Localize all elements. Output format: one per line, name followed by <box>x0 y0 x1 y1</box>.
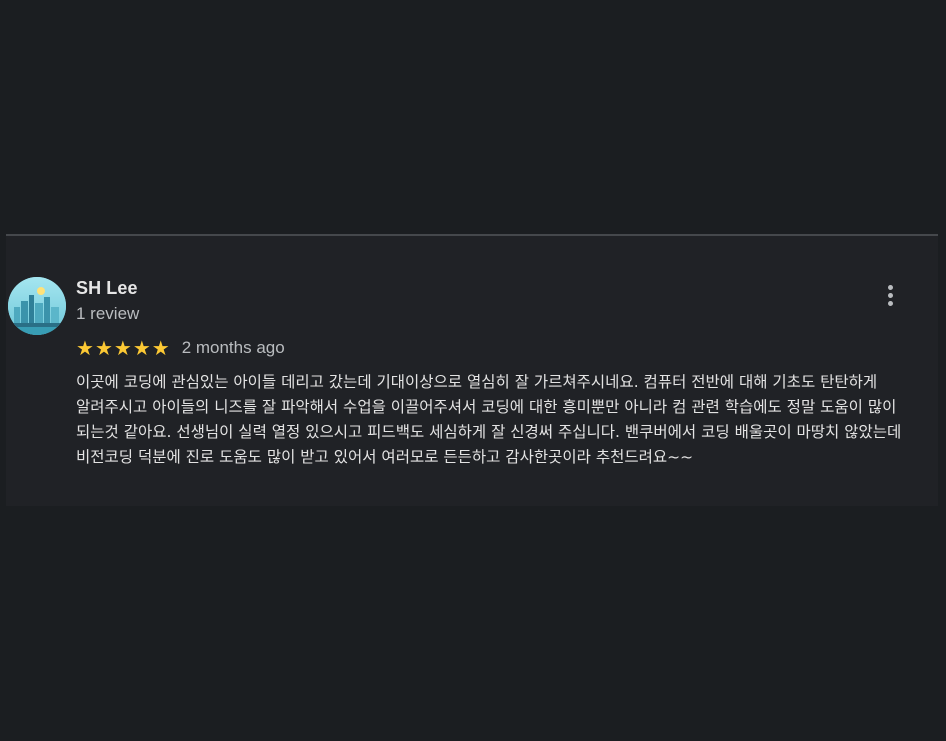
star-icon: ★ <box>113 336 132 360</box>
more-vertical-icon-dot <box>887 301 893 306</box>
star-icon: ★ <box>76 336 94 360</box>
rating-row: ★ ★ ★ ★ ★ 2 months ago <box>76 336 285 360</box>
author-name[interactable]: SH Lee <box>76 278 138 299</box>
author-avatar[interactable] <box>8 277 66 335</box>
more-vertical-icon-dot <box>887 285 893 290</box>
author-review-count[interactable]: 1 review <box>76 304 139 324</box>
star-rating: ★ ★ ★ ★ ★ <box>76 338 170 358</box>
star-icon: ★ <box>94 336 113 360</box>
city-skyline-avatar-icon <box>8 277 66 335</box>
star-icon: ★ <box>132 336 151 360</box>
star-icon: ★ <box>151 336 170 360</box>
page: SH Lee 1 review ★ ★ ★ ★ ★ 2 months ago 이… <box>0 0 946 741</box>
more-options-button[interactable] <box>878 282 902 312</box>
review-card: SH Lee 1 review ★ ★ ★ ★ ★ 2 months ago 이… <box>6 234 938 506</box>
review-text: 이곳에 코딩에 관심있는 아이들 데리고 갔는데 기대이상으로 열심히 잘 가르… <box>76 373 902 466</box>
review-date: 2 months ago <box>181 338 285 357</box>
more-vertical-icon-dot <box>887 293 893 298</box>
